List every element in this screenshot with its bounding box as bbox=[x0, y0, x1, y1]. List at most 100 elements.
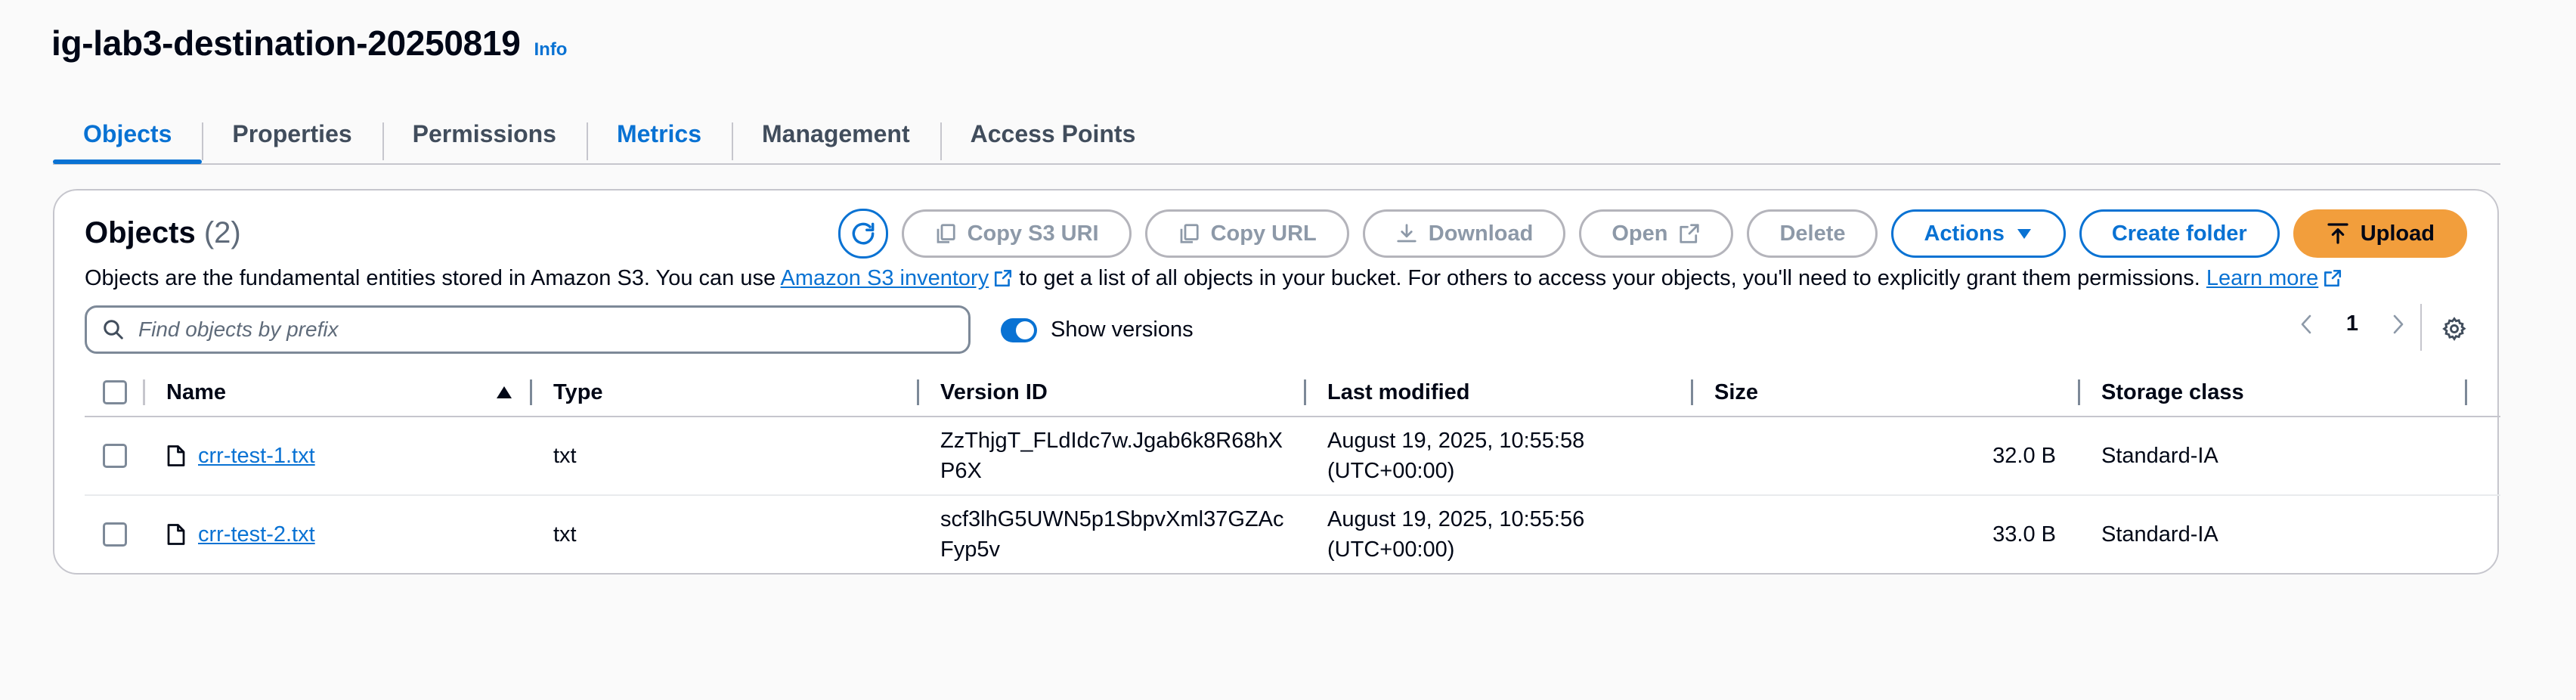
select-all-checkbox[interactable] bbox=[103, 380, 127, 404]
current-page-number[interactable]: 1 bbox=[2346, 311, 2358, 336]
type-cell: txt bbox=[553, 522, 577, 547]
copy-url-button[interactable]: Copy URL bbox=[1144, 209, 1349, 258]
table-row[interactable]: crr-test-2.txt txt scf3lhG5UWN5p1SbpvXml… bbox=[85, 496, 2500, 573]
objects-table: Name Type Version ID Last modified Size … bbox=[85, 369, 2500, 573]
row-checkbox-cell bbox=[85, 496, 145, 573]
column-header-size[interactable]: Size bbox=[1693, 369, 2080, 416]
copy-url-label: Copy URL bbox=[1210, 221, 1317, 246]
storage-class-cell: Standard-IA bbox=[2101, 522, 2218, 547]
storage-class-cell: Standard-IA bbox=[2101, 443, 2218, 468]
sort-ascending-icon[interactable] bbox=[496, 386, 512, 399]
upload-button[interactable]: Upload bbox=[2293, 209, 2467, 258]
table-settings-button[interactable] bbox=[2441, 316, 2467, 342]
show-versions-label: Show versions bbox=[1051, 317, 1194, 342]
search-field[interactable] bbox=[85, 305, 971, 354]
create-folder-label: Create folder bbox=[2111, 221, 2247, 246]
delete-button[interactable]: Delete bbox=[1747, 209, 1878, 258]
column-header-size-label: Size bbox=[1714, 379, 1759, 404]
column-header-version-id[interactable]: Version ID bbox=[919, 369, 1306, 416]
column-header-storage-class-label: Storage class bbox=[2101, 379, 2244, 404]
pagination: 1 bbox=[2298, 311, 2407, 336]
actions-label: Actions bbox=[1924, 221, 2005, 246]
tab-metrics[interactable]: Metrics bbox=[586, 106, 732, 162]
actions-dropdown[interactable]: Actions bbox=[1891, 209, 2066, 258]
tab-permissions[interactable]: Permissions bbox=[382, 106, 587, 162]
column-header-storage-class[interactable]: Storage class bbox=[2080, 369, 2467, 416]
refresh-button[interactable] bbox=[838, 209, 888, 259]
tab-management[interactable]: Management bbox=[732, 106, 940, 162]
header-checkbox-cell bbox=[85, 369, 145, 416]
version-id-line-1: scf3lhG5UWN5p1SbpvXml37GZAc bbox=[940, 507, 1284, 531]
chevron-right-icon bbox=[2393, 314, 2404, 333]
description-prefix: Objects are the fundamental entities sto… bbox=[85, 266, 781, 290]
tab-access-points[interactable]: Access Points bbox=[940, 106, 1166, 162]
page-header: ig-lab3-destination-20250819 Info bbox=[51, 23, 567, 63]
table-header-row: Name Type Version ID Last modified Size … bbox=[85, 369, 2500, 417]
learn-more-label: Learn more bbox=[2206, 266, 2319, 290]
pagination-divider bbox=[2420, 304, 2422, 351]
name-cell: crr-test-1.txt bbox=[145, 417, 532, 494]
toggle-switch[interactable] bbox=[1001, 317, 1037, 342]
version-id-line-2: Fyp5v bbox=[940, 537, 1000, 562]
objects-container: Objects (2) Copy S3 URI Copy URL Downloa… bbox=[53, 189, 2500, 575]
refresh-icon bbox=[852, 222, 874, 245]
upload-icon bbox=[2327, 223, 2348, 244]
copy-s3-uri-label: Copy S3 URI bbox=[967, 221, 1099, 246]
info-link[interactable]: Info bbox=[534, 39, 567, 60]
open-button[interactable]: Open bbox=[1579, 209, 1734, 258]
object-name-link[interactable]: crr-test-2.txt bbox=[198, 522, 315, 547]
objects-description: Objects are the fundamental entities sto… bbox=[85, 266, 2342, 291]
external-link-icon bbox=[995, 269, 1012, 287]
column-header-type-label: Type bbox=[553, 379, 603, 404]
inventory-link[interactable]: Amazon S3 inventory bbox=[781, 266, 1014, 290]
object-name-link[interactable]: crr-test-1.txt bbox=[198, 444, 315, 469]
show-versions-toggle[interactable]: Show versions bbox=[1001, 317, 1194, 342]
gear-icon bbox=[2442, 317, 2466, 342]
column-header-last-modified[interactable]: Last modified bbox=[1306, 369, 1693, 416]
next-page-button[interactable] bbox=[2389, 313, 2407, 336]
bucket-title: ig-lab3-destination-20250819 bbox=[51, 23, 521, 63]
file-icon bbox=[166, 444, 186, 467]
s3-bucket-page: ig-lab3-destination-20250819 Info Object… bbox=[0, 0, 2576, 700]
version-id-line-1: ZzThjgT_FLdIdc7w.Jgab6k8R68hX bbox=[940, 429, 1283, 453]
size-cell: 33.0 B bbox=[1992, 522, 2056, 547]
row-checkbox-cell bbox=[85, 417, 145, 494]
objects-toolbar: Copy S3 URI Copy URL Download Open Delet… bbox=[838, 209, 2467, 259]
learn-more-link[interactable]: Learn more bbox=[2206, 266, 2342, 290]
search-input[interactable] bbox=[137, 317, 896, 342]
column-header-type[interactable]: Type bbox=[532, 369, 919, 416]
table-row[interactable]: crr-test-1.txt txt ZzThjgT_FLdIdc7w.Jgab… bbox=[85, 417, 2500, 496]
search-icon bbox=[104, 320, 123, 339]
bucket-tabs: Objects Properties Permissions Metrics M… bbox=[53, 106, 2500, 165]
version-id-cell: scf3lhG5UWN5p1SbpvXml37GZAc Fyp5v bbox=[919, 496, 1306, 573]
copy-icon bbox=[937, 224, 955, 243]
inventory-link-label: Amazon S3 inventory bbox=[780, 266, 989, 290]
open-label: Open bbox=[1612, 221, 1668, 246]
tab-properties[interactable]: Properties bbox=[202, 106, 382, 162]
column-header-name[interactable]: Name bbox=[145, 369, 532, 416]
version-id-line-2: P6X bbox=[940, 459, 982, 483]
objects-heading-label: Objects bbox=[85, 216, 196, 249]
download-icon bbox=[1397, 224, 1416, 243]
type-cell: txt bbox=[553, 443, 577, 468]
row-checkbox[interactable] bbox=[103, 522, 127, 547]
download-button[interactable]: Download bbox=[1362, 209, 1566, 258]
column-header-name-label: Name bbox=[166, 379, 226, 404]
file-icon bbox=[166, 523, 186, 546]
chevron-left-icon bbox=[2301, 314, 2311, 333]
copy-s3-uri-button[interactable]: Copy S3 URI bbox=[901, 209, 1132, 258]
upload-label: Upload bbox=[2360, 221, 2435, 246]
delete-label: Delete bbox=[1779, 221, 1846, 246]
version-id-cell: ZzThjgT_FLdIdc7w.Jgab6k8R68hX P6X bbox=[919, 417, 1306, 494]
tab-objects[interactable]: Objects bbox=[53, 106, 203, 164]
copy-icon bbox=[1180, 224, 1199, 243]
last-modified-cell: August 19, 2025, 10:55:58 (UTC+00:00) bbox=[1306, 417, 1693, 494]
external-link-icon bbox=[1680, 224, 1700, 243]
external-link-icon bbox=[2324, 269, 2342, 287]
row-checkbox[interactable] bbox=[103, 444, 127, 468]
previous-page-button[interactable] bbox=[2298, 313, 2316, 336]
create-folder-button[interactable]: Create folder bbox=[2079, 209, 2280, 258]
caret-down-icon bbox=[2017, 229, 2031, 239]
description-middle: to get a list of all objects in your buc… bbox=[1013, 266, 2206, 290]
column-header-version-id-label: Version ID bbox=[940, 379, 1048, 404]
